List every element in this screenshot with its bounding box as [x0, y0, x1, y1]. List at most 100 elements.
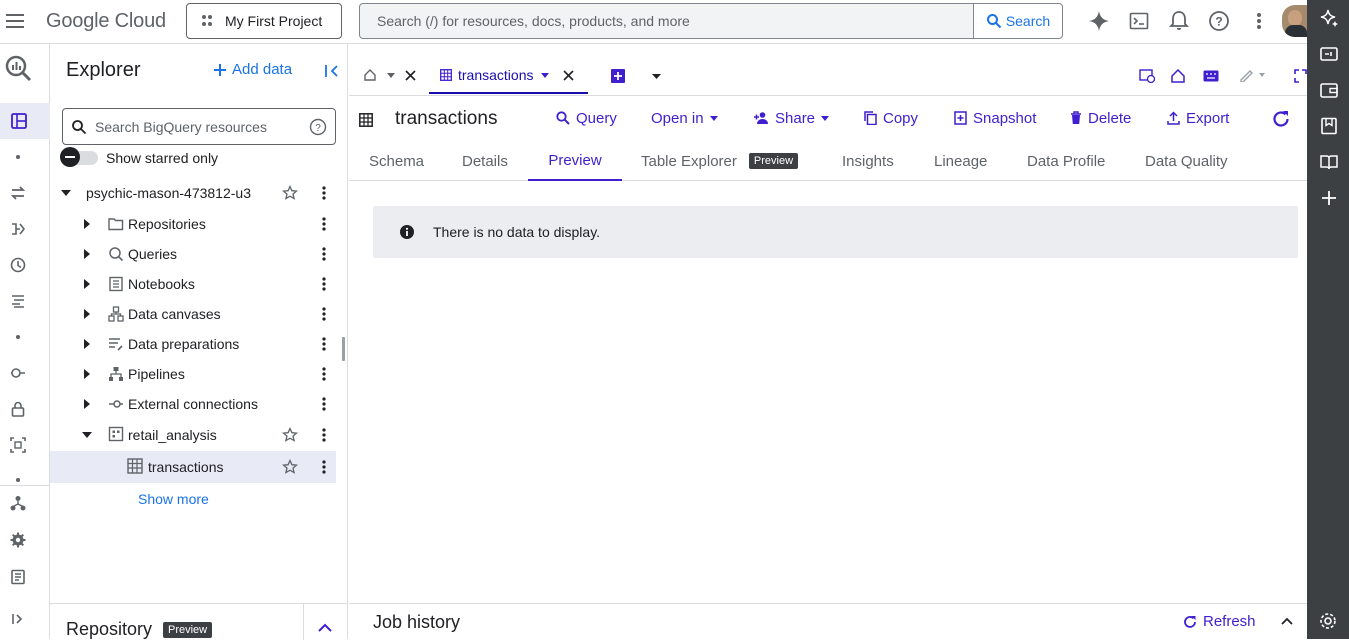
pen-tool-icon[interactable]: [1239, 68, 1267, 82]
add-icon[interactable]: [1319, 188, 1339, 208]
keyboard-icon[interactable]: [1203, 70, 1219, 82]
partner-center-icon[interactable]: [10, 495, 28, 513]
settings-gear-icon[interactable]: [10, 532, 28, 550]
caret-right-icon[interactable]: [81, 278, 93, 290]
new-tab-menu-icon[interactable]: [652, 74, 661, 79]
collapse-panel-icon[interactable]: [325, 64, 339, 78]
monitoring-icon[interactable]: [10, 365, 28, 383]
more-options-icon[interactable]: [1256, 12, 1262, 30]
more-actions-icon[interactable]: [320, 396, 328, 412]
more-actions-icon[interactable]: [320, 276, 328, 292]
tree-table-row[interactable]: transactions: [50, 451, 336, 483]
toggle-switch[interactable]: [60, 147, 98, 167]
tab-insights[interactable]: Insights: [842, 141, 894, 181]
more-actions-icon[interactable]: [320, 459, 328, 475]
caret-right-icon[interactable]: [81, 218, 93, 230]
new-query-icon[interactable]: [611, 69, 625, 83]
tab-data-profile[interactable]: Data Profile: [1027, 141, 1105, 181]
more-actions-icon[interactable]: [320, 185, 328, 201]
tab-details[interactable]: Details: [462, 141, 508, 181]
bigquery-logo-icon[interactable]: [4, 54, 32, 82]
caret-down-icon[interactable]: [60, 187, 72, 199]
bookmark-icon[interactable]: [1319, 116, 1339, 136]
open-in-button[interactable]: Open in: [651, 96, 718, 140]
project-picker-button[interactable]: My First Project: [186, 3, 342, 39]
history-icon[interactable]: [10, 257, 28, 275]
resource-search-input[interactable]: [95, 118, 301, 135]
tree-item-notebooks[interactable]: Notebooks: [50, 269, 336, 299]
caret-right-icon[interactable]: [81, 308, 93, 320]
scheduled-query-icon[interactable]: [10, 221, 28, 239]
data-transfer-icon[interactable]: [10, 185, 28, 203]
refresh-icon[interactable]: [1271, 109, 1291, 129]
workflow-icon[interactable]: [10, 293, 28, 311]
share-button[interactable]: Share: [753, 96, 830, 140]
more-actions-icon[interactable]: [320, 216, 328, 232]
caret-down-icon[interactable]: [81, 429, 93, 441]
more-actions-icon[interactable]: [320, 366, 328, 382]
lock-icon[interactable]: [10, 401, 28, 419]
tree-item-data-preparations[interactable]: Data preparations: [50, 329, 336, 359]
delete-button[interactable]: Delete: [1070, 96, 1131, 140]
tree-item-pipelines[interactable]: Pipelines: [50, 359, 336, 389]
avatar[interactable]: [1282, 5, 1308, 37]
notifications-icon[interactable]: [1169, 10, 1189, 32]
cloud-assist-icon[interactable]: [1319, 44, 1339, 64]
tab-transactions[interactable]: transactions: [429, 58, 588, 94]
export-button[interactable]: Export: [1167, 96, 1229, 140]
tree-project-row[interactable]: psychic-mason-473812-u3: [50, 178, 336, 208]
show-starred-toggle[interactable]: Show starred only: [60, 147, 218, 167]
main-menu-icon[interactable]: [5, 12, 25, 30]
search-button[interactable]: Search: [973, 4, 1062, 38]
tree-dataset-row[interactable]: retail_analysis: [50, 420, 336, 450]
tab-data-quality[interactable]: Data Quality: [1145, 141, 1228, 181]
tab-lineage[interactable]: Lineage: [934, 141, 987, 181]
fullscreen-icon[interactable]: [1294, 69, 1307, 83]
caret-right-icon[interactable]: [81, 368, 93, 380]
close-tab-icon[interactable]: [405, 70, 416, 81]
caret-right-icon[interactable]: [81, 248, 93, 260]
release-notes-icon[interactable]: [10, 569, 28, 587]
caret-right-icon[interactable]: [81, 398, 93, 410]
tree-item-repositories[interactable]: Repositories: [50, 209, 336, 239]
settings-icon[interactable]: [1319, 612, 1339, 632]
gemini-sparkle-icon[interactable]: [1319, 8, 1339, 28]
nav-studio[interactable]: [0, 103, 50, 139]
docs-icon[interactable]: [1319, 152, 1339, 172]
tab-schema[interactable]: Schema: [369, 141, 424, 181]
more-actions-icon[interactable]: [320, 246, 328, 262]
tree-item-data-canvases[interactable]: Data canvases: [50, 299, 336, 329]
more-actions-icon[interactable]: [320, 336, 328, 352]
expand-up-icon[interactable]: [318, 623, 332, 633]
add-data-button[interactable]: Add data: [214, 61, 292, 78]
star-icon[interactable]: [282, 459, 298, 475]
expand-rail-icon[interactable]: [12, 613, 30, 631]
home-icon[interactable]: [1171, 69, 1185, 83]
copy-button[interactable]: Copy: [864, 96, 918, 140]
dropdown-arrow-icon[interactable]: [541, 72, 550, 78]
query-button[interactable]: Query: [556, 96, 617, 140]
caret-right-icon[interactable]: [81, 338, 93, 350]
home-icon[interactable]: [364, 69, 376, 81]
help-icon[interactable]: ?: [309, 118, 327, 136]
panel-resize-handle[interactable]: [342, 337, 345, 361]
capacity-icon[interactable]: [10, 437, 28, 455]
more-actions-icon[interactable]: [320, 306, 328, 322]
gemini-icon[interactable]: [1088, 10, 1110, 32]
tree-item-external-connections[interactable]: External connections: [50, 389, 336, 419]
snapshot-button[interactable]: Snapshot: [954, 96, 1036, 140]
tab-preview[interactable]: Preview: [528, 141, 622, 181]
dropdown-arrow-icon[interactable]: [387, 73, 395, 78]
more-actions-icon[interactable]: [320, 427, 328, 443]
help-icon[interactable]: ?: [1208, 10, 1230, 32]
close-tab-icon[interactable]: [563, 69, 575, 81]
show-more-link[interactable]: Show more: [138, 491, 209, 507]
tab-table-explorer[interactable]: Table Explorer Preview: [641, 141, 799, 181]
wallet-icon[interactable]: [1319, 80, 1339, 100]
star-icon[interactable]: [282, 427, 298, 443]
refresh-button[interactable]: Refresh: [1183, 613, 1256, 630]
global-search-input[interactable]: [360, 4, 973, 38]
tree-item-queries[interactable]: Queries: [50, 239, 336, 269]
schedule-icon[interactable]: [1139, 69, 1155, 83]
expand-up-icon[interactable]: [1281, 617, 1293, 625]
